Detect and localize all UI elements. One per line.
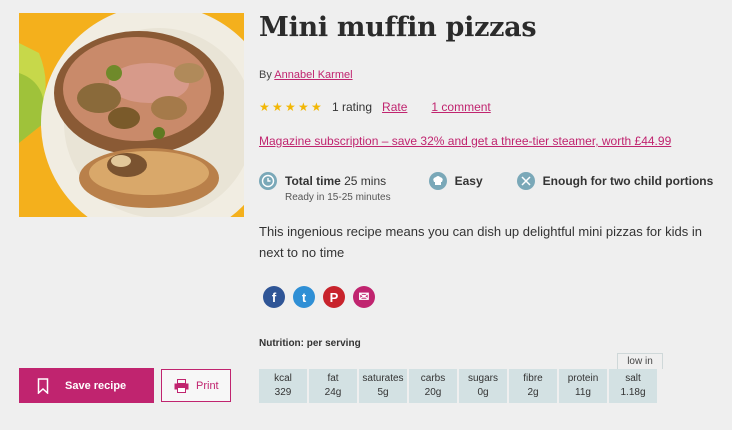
star-icon: ★ <box>259 99 270 114</box>
difficulty: Easy <box>428 172 483 190</box>
nutrition-cell: protein 11g <box>559 369 607 403</box>
chef-hat-icon <box>428 172 447 190</box>
nutrient-name: salt <box>625 373 641 384</box>
rating-count: 1 rating <box>332 100 373 114</box>
difficulty-label: Easy <box>454 174 483 188</box>
nutrient-value: 1.18g <box>620 387 646 398</box>
subscription-promo-link[interactable]: Magazine subscription – save 32% and get… <box>259 134 671 148</box>
star-rating[interactable]: ★ ★ ★ ★ ★ <box>259 99 322 114</box>
nutrition-table: kcal 329 fat 24g saturates 5g carbs 20g suga… <box>259 369 657 403</box>
author-link[interactable]: Annabel Karmel <box>274 69 352 81</box>
star-icon: ★ <box>311 99 322 114</box>
ready-time: Ready in 15-25 minutes <box>285 192 391 203</box>
nutrient-value: 0g <box>477 387 489 398</box>
save-recipe-label: Save recipe <box>65 379 127 392</box>
nutrient-name: fat <box>327 373 339 384</box>
bookmark-icon <box>37 377 49 394</box>
nutrient-name: kcal <box>274 373 292 384</box>
twitter-icon[interactable]: t <box>293 286 315 308</box>
nutrient-name: saturates <box>362 373 404 384</box>
nutrient-value: 329 <box>274 387 292 398</box>
servings: Enough for two child portions <box>516 172 714 190</box>
nutrition-cell: fibre 2g <box>509 369 557 403</box>
print-button[interactable]: Print <box>161 369 231 402</box>
clock-icon <box>259 172 277 190</box>
star-icon: ★ <box>298 99 309 114</box>
recipe-description: This ingenious recipe means you can dish… <box>259 224 702 260</box>
low-in-badge: low in <box>617 353 663 369</box>
servings-label: Enough for two child portions <box>542 174 714 188</box>
nutrient-value: 20g <box>424 387 442 398</box>
save-recipe-button[interactable]: Save recipe <box>19 368 154 403</box>
total-time-value: 25 mins <box>344 174 387 188</box>
rating-row: ★ ★ ★ ★ ★ 1 rating Rate 1 comment <box>259 100 491 114</box>
nutrition-cell: carbs 20g <box>409 369 457 403</box>
recipe-photo <box>19 13 244 217</box>
nutrient-value: 24g <box>324 387 342 398</box>
byline: By Annabel Karmel <box>259 69 353 81</box>
email-icon[interactable]: ✉ <box>353 286 375 308</box>
nutrient-name: sugars <box>467 373 498 384</box>
cutlery-icon <box>516 172 535 190</box>
recipe-meta: Total time 25 mins Ready in 15-25 minute… <box>259 172 713 203</box>
nutrient-value: 2g <box>527 387 539 398</box>
nutrition-cell: sugars 0g <box>459 369 507 403</box>
nutrition-cell: kcal 329 <box>259 369 307 403</box>
total-time-label: Total time <box>285 174 341 188</box>
nutrient-name: fibre <box>523 373 543 384</box>
nutrition-label: Nutrition: per serving <box>259 338 361 349</box>
print-label: Print <box>196 379 219 392</box>
total-time: Total time 25 mins Ready in 15-25 minute… <box>259 172 391 203</box>
star-icon: ★ <box>285 99 296 114</box>
pinterest-icon[interactable]: P <box>323 286 345 308</box>
social-share: f t P ✉ <box>263 286 375 308</box>
nutrition-cell: salt 1.18g <box>609 369 657 403</box>
nutrient-name: protein <box>567 373 599 384</box>
nutrient-name: carbs <box>420 373 446 384</box>
comments-link[interactable]: 1 comment <box>431 100 490 114</box>
star-icon: ★ <box>272 99 283 114</box>
printer-icon <box>174 378 189 393</box>
facebook-icon[interactable]: f <box>263 286 285 308</box>
page-title: Mini muffin pizzas <box>259 12 537 43</box>
nutrition-cell: saturates 5g <box>359 369 407 403</box>
nutrient-value: 5g <box>377 387 389 398</box>
nutrition-cell: fat 24g <box>309 369 357 403</box>
rate-link[interactable]: Rate <box>382 100 407 114</box>
nutrient-value: 11g <box>575 387 591 398</box>
byline-prefix: By <box>259 69 272 81</box>
